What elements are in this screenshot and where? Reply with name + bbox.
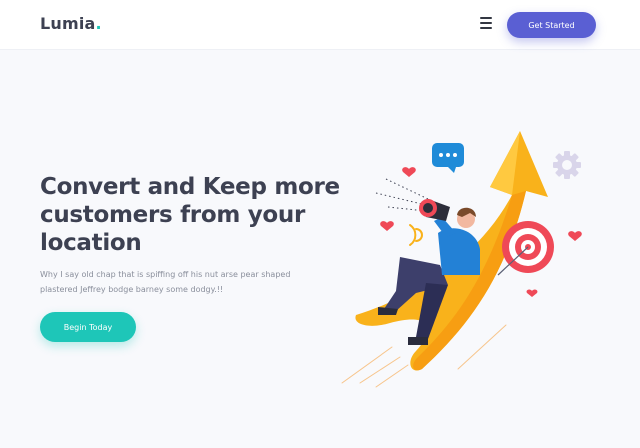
gear-icon	[553, 151, 581, 179]
logo-text: Lumia	[40, 14, 96, 33]
megaphone-icon	[419, 199, 450, 221]
signal-icon	[409, 224, 423, 246]
logo-dot: .	[95, 14, 102, 33]
site-header: Lumia. Get Started	[0, 0, 640, 50]
hero-description: Why I say old chap that is spiffing off …	[40, 270, 291, 294]
menu-bar	[480, 27, 492, 29]
logo[interactable]: Lumia.	[40, 14, 102, 33]
hamburger-menu-icon[interactable]	[480, 17, 492, 29]
chat-bubble-icon	[432, 143, 464, 173]
menu-bar	[480, 22, 492, 24]
hero-illustration	[341, 131, 582, 388]
get-started-button[interactable]: Get Started	[507, 12, 596, 38]
menu-bar	[480, 17, 492, 19]
hero-title: Convert and Keep more customers from you…	[40, 174, 340, 256]
begin-today-button[interactable]: Begin Today	[40, 312, 136, 342]
